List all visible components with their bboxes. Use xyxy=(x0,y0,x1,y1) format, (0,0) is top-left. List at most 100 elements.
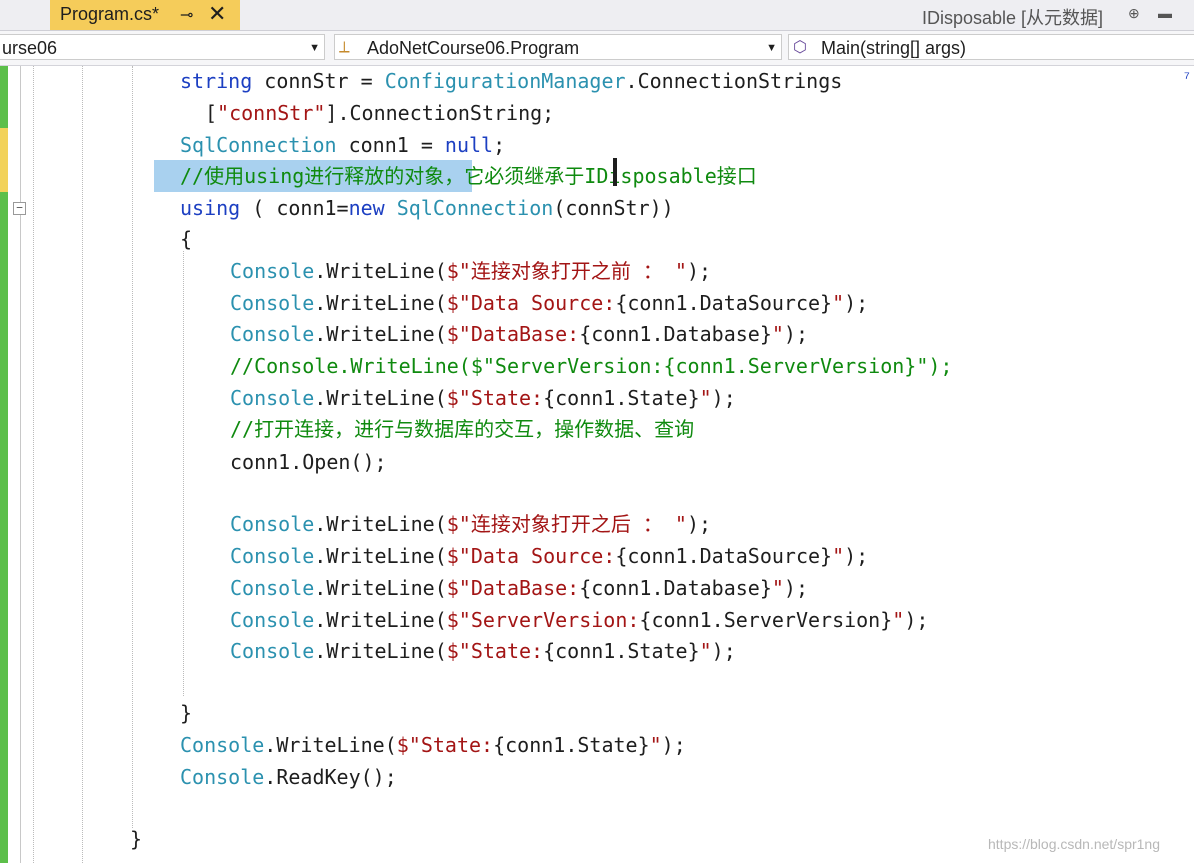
code-line[interactable]: Console.WriteLine($"连接对象打开之后 ： "); xyxy=(230,511,711,537)
code-line[interactable]: Console.WriteLine($"State:{conn1.State}"… xyxy=(230,638,736,664)
watermark: https://blog.csdn.net/spr1ng xyxy=(988,836,1160,852)
code-token: using xyxy=(180,196,241,220)
code-line[interactable]: ["connStr"].ConnectionString; xyxy=(205,100,554,126)
code-token: " xyxy=(649,733,662,757)
member-dropdown-value: Main(string[] args) xyxy=(821,38,967,58)
code-token: " xyxy=(832,291,845,315)
chevron-down-icon: ▼ xyxy=(309,42,320,54)
code-line[interactable]: string connStr = ConfigurationManager.Co… xyxy=(180,68,842,94)
indent-guide xyxy=(132,66,133,828)
code-token: .WriteLine( xyxy=(314,291,447,315)
code-token: " xyxy=(771,322,784,346)
method-icon: ⬡ xyxy=(793,39,807,56)
code-token: Console xyxy=(180,733,265,757)
code-token: $"连接对象打开之前 ： " xyxy=(446,259,687,283)
close-icon[interactable]: ✕ xyxy=(208,1,226,27)
code-line[interactable]: //打开连接，进行与数据库的交互，操作数据、查询 xyxy=(230,416,694,442)
code-token: .WriteLine( xyxy=(264,733,397,757)
code-token: .WriteLine( xyxy=(314,322,447,346)
code-token: null xyxy=(444,133,494,157)
code-line[interactable]: Console.WriteLine($"Data Source:{conn1.D… xyxy=(230,290,868,316)
code-token: $"Data Source: xyxy=(446,544,616,568)
code-token: conn1 = xyxy=(336,133,445,157)
code-token: ); xyxy=(686,259,712,283)
code-token: $"连接对象打开之后 ： " xyxy=(446,512,687,536)
code-line[interactable]: SqlConnection conn1 = null; xyxy=(180,132,505,158)
code-token: {conn1.State} xyxy=(493,733,650,757)
code-line[interactable]: using ( conn1=new SqlConnection(connStr)… xyxy=(180,195,674,221)
chevron-down-icon: ▼ xyxy=(766,42,777,54)
code-line[interactable]: Console.WriteLine($"State:{conn1.State}"… xyxy=(230,385,736,411)
code-token: " xyxy=(699,639,712,663)
code-token: ( conn1= xyxy=(240,196,349,220)
code-token: {conn1.State} xyxy=(543,386,700,410)
code-token: ConfigurationManager xyxy=(384,69,626,93)
code-token: } xyxy=(180,701,193,725)
code-token: " xyxy=(771,576,784,600)
code-line[interactable]: { xyxy=(180,226,192,252)
code-line[interactable]: Console.WriteLine($"State:{conn1.State}"… xyxy=(180,732,686,758)
code-token: Console xyxy=(230,386,315,410)
code-token: " xyxy=(892,608,905,632)
code-token: .WriteLine( xyxy=(314,608,447,632)
code-token: .WriteLine( xyxy=(314,259,447,283)
pin-icon[interactable]: ⊸ xyxy=(180,5,193,25)
code-token: .ReadKey(); xyxy=(264,765,397,789)
code-token: string xyxy=(180,69,253,93)
code-token: (connStr)) xyxy=(553,196,674,220)
code-token: ].ConnectionString; xyxy=(325,101,555,125)
code-line[interactable]: Console.WriteLine($"ServerVersion:{conn1… xyxy=(230,607,928,633)
code-token: .WriteLine( xyxy=(314,386,447,410)
code-token: Console xyxy=(180,765,265,789)
code-token: ); xyxy=(661,733,686,757)
project-dropdown-value: urse06 xyxy=(2,38,58,58)
indent-guide xyxy=(183,251,184,696)
tab-idisposable[interactable]: IDisposable [从元数据] xyxy=(922,4,1103,30)
indent-guide xyxy=(82,66,83,863)
code-token: ); xyxy=(711,386,736,410)
code-line[interactable]: //使用using进行释放的对象，它必须继承于IDisposable接口 xyxy=(180,163,757,189)
code-token: {conn1.Database} xyxy=(579,576,772,600)
code-token: new xyxy=(348,196,385,220)
code-token: ); xyxy=(686,512,712,536)
code-token: //打开连接，进行与数据库的交互，操作数据、查询 xyxy=(230,417,695,441)
code-line[interactable]: conn1.Open(); xyxy=(230,449,387,475)
class-icon: ⟂ xyxy=(339,39,350,56)
code-token: ); xyxy=(904,608,929,632)
code-token: Console xyxy=(230,512,315,536)
code-line[interactable]: Console.ReadKey(); xyxy=(180,764,397,790)
scroll-marker: ⁷ xyxy=(1184,70,1190,87)
member-dropdown[interactable]: ⬡ Main(string[] args) xyxy=(788,34,1194,60)
tab-title: Program.cs* xyxy=(60,4,160,24)
code-line[interactable]: Console.WriteLine($"DataBase:{conn1.Data… xyxy=(230,575,808,601)
window-position-icon[interactable]: ⊕ xyxy=(1128,5,1140,22)
code-token: {conn1.DataSource} xyxy=(615,291,833,315)
class-dropdown[interactable]: ⟂ AdoNetCourse06.Program ▼ xyxy=(334,34,782,60)
code-token: "connStr" xyxy=(217,101,326,125)
code-token: Console xyxy=(230,259,315,283)
code-token: Console xyxy=(230,544,315,568)
window-menu-icon[interactable]: ▬ xyxy=(1158,5,1172,21)
code-token: $"DataBase: xyxy=(446,576,580,600)
code-token: { xyxy=(180,227,193,251)
code-token: } xyxy=(130,827,143,851)
tab-program-cs[interactable]: Program.cs* ⊸ ✕ xyxy=(50,0,240,30)
code-editor[interactable]: − string connStr = ConfigurationManager.… xyxy=(0,66,1194,863)
code-line[interactable]: } xyxy=(180,700,192,726)
code-token: $"DataBase: xyxy=(446,322,580,346)
code-line[interactable]: Console.WriteLine($"DataBase:{conn1.Data… xyxy=(230,321,808,347)
code-line[interactable]: } xyxy=(130,826,142,852)
code-line[interactable]: Console.WriteLine($"Data Source:{conn1.D… xyxy=(230,543,868,569)
code-token: SqlConnection xyxy=(180,133,337,157)
code-token: {conn1.DataSource} xyxy=(615,544,833,568)
document-tab-bar: Program.cs* ⊸ ✕ IDisposable [从元数据] ⊕ ▬ xyxy=(0,0,1194,31)
code-line[interactable]: Console.WriteLine($"连接对象打开之前 ： "); xyxy=(230,258,711,284)
code-token: SqlConnection xyxy=(396,196,554,220)
navigation-bar: urse06 ▼ ⟂ AdoNetCourse06.Program ▼ ⬡ Ma… xyxy=(0,31,1194,66)
collapse-icon[interactable]: − xyxy=(13,202,26,215)
code-token: ; xyxy=(493,133,506,157)
code-line[interactable]: //Console.WriteLine($"ServerVersion:{con… xyxy=(230,353,952,379)
project-dropdown[interactable]: urse06 ▼ xyxy=(0,34,325,60)
code-token: ); xyxy=(783,322,808,346)
